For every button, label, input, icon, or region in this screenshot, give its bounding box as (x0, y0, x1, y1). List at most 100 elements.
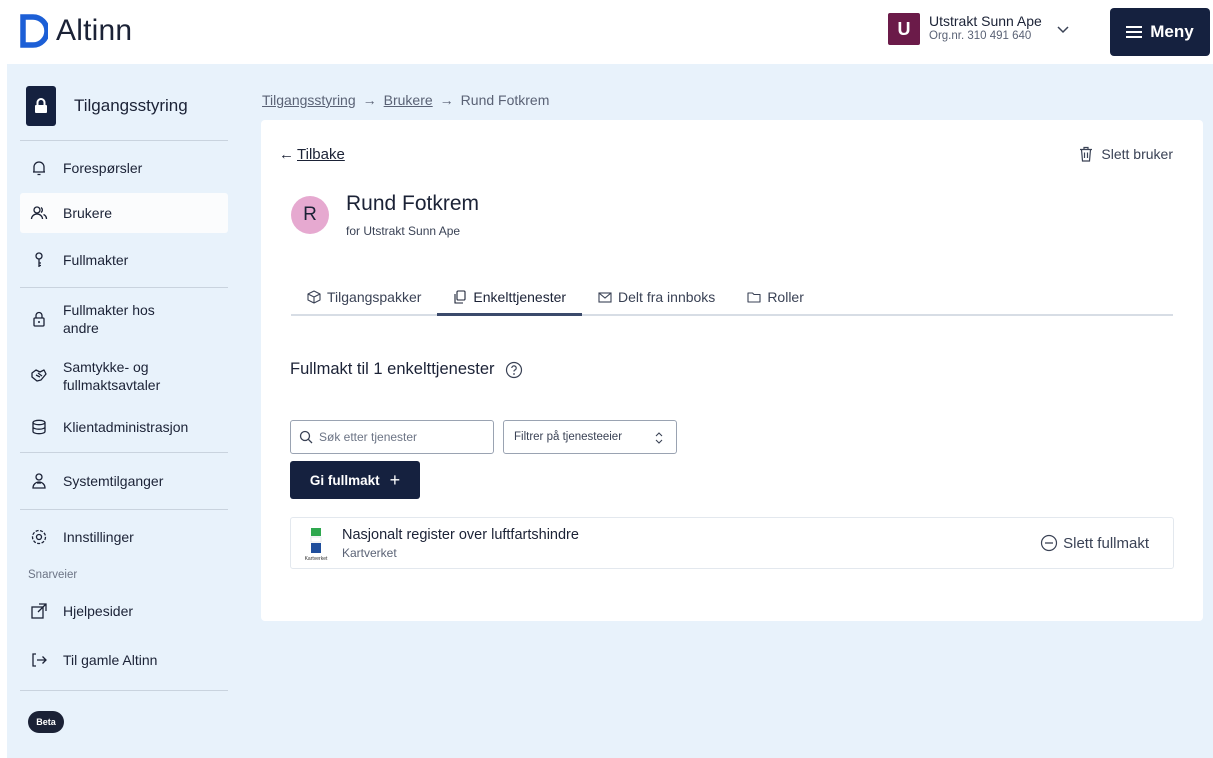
tab-delt-fra-innboks[interactable]: Delt fra innboks (582, 280, 731, 314)
menu-label: Meny (1150, 22, 1194, 41)
sidebar: Tilgangsstyring Forespørsler Brukere Ful… (20, 78, 228, 733)
list-item: Kartverket Nasjonalt register over luftf… (290, 517, 1174, 569)
sidebar-item-klientadministrasjon[interactable]: Klientadministrasjon (20, 402, 228, 452)
help-icon[interactable] (505, 361, 523, 379)
search-icon (299, 430, 313, 444)
gear-icon (31, 529, 47, 545)
service-name: Nasjonalt register over luftfartshindre (342, 527, 579, 543)
page-title: Rund Fotkrem (346, 192, 480, 215)
user-subtitle: for Utstrakt Sunn Ape (346, 224, 461, 238)
tab-enkelttjenester[interactable]: Enkelttjenester (437, 280, 583, 316)
section-title: Fullmakt til 1 enkelttjenester (290, 360, 523, 379)
breadcrumb: Tilgangsstyring → Brukere → Rund Fotkrem (262, 92, 549, 108)
trash-icon (1080, 146, 1093, 162)
package-icon (307, 290, 321, 304)
external-link-icon (31, 603, 47, 619)
top-header: Altinn U Utstrakt Sunn Ape Org.nr. 310 4… (0, 0, 1213, 64)
search-field[interactable] (290, 420, 494, 454)
sidebar-item-label: Hjelpesider (63, 603, 134, 619)
filter-label: Filtrer på tjenesteeier (514, 431, 623, 443)
org-number: Org.nr. 310 491 640 (929, 30, 1032, 42)
sidebar-item-label: Samtykke- og fullmaktsavtaler (63, 359, 161, 393)
hamburger-icon (1126, 26, 1143, 38)
divider (20, 140, 228, 141)
chevron-up-down-icon (655, 432, 663, 444)
sidebar-item-hjelpesider[interactable]: Hjelpesider (20, 586, 228, 636)
kartverket-logo-icon: Kartverket (305, 528, 328, 562)
sidebar-item-brukere[interactable]: Brukere (20, 193, 228, 233)
plus-icon: + (389, 469, 401, 490)
delete-user-button[interactable]: Slett bruker (1079, 146, 1173, 162)
sidebar-item-foresporsler[interactable]: Forespørsler (20, 145, 228, 191)
back-link[interactable]: ← Tilbake (279, 146, 345, 163)
enter-icon (32, 653, 47, 667)
give-authorization-button[interactable]: Gi fullmakt + (290, 461, 420, 499)
sidebar-item-label: Til gamle Altinn (63, 652, 158, 668)
give-button-label: Gi fullmakt (309, 472, 380, 488)
breadcrumb-link-brukere[interactable]: Brukere (384, 92, 433, 108)
folder-icon (747, 292, 761, 303)
search-input[interactable] (319, 430, 479, 444)
sidebar-item-label: Klientadministrasjon (63, 419, 189, 435)
user-detail-card: ← Tilbake Slett bruker R Rund Fotkrem fo… (261, 120, 1203, 621)
database-icon (32, 419, 46, 435)
chevron-down-icon (1057, 26, 1069, 34)
sidebar-item-til-gamle-altinn[interactable]: Til gamle Altinn (20, 636, 228, 684)
sidebar-item-label: Fullmakter hos andre (63, 302, 155, 336)
sidebar-item-label: Fullmakter (63, 252, 129, 268)
sidebar-header-label: Tilgangsstyring (74, 96, 188, 115)
tab-bar: Tilgangspakker Enkelttjenester Delt fra … (291, 280, 1173, 316)
padlock-icon (33, 311, 45, 327)
delete-authorization-label: Slett fullmakt (1063, 534, 1149, 552)
org-avatar: U (888, 13, 920, 45)
logo-text: Kartverket (305, 556, 328, 562)
minus-circle-icon (1041, 534, 1058, 552)
beta-badge: Beta (28, 711, 64, 733)
back-label: Tilbake (297, 146, 345, 163)
section-title-text: Fullmakt til 1 enkelttjenester (290, 360, 495, 378)
org-text: Utstrakt Sunn Ape Org.nr. 310 491 640 (929, 14, 1042, 44)
copy-icon (454, 289, 466, 304)
sidebar-item-systemtilganger[interactable]: Systemtilganger (20, 453, 228, 509)
envelope-icon (598, 292, 612, 303)
tab-label: Enkelttjenester (473, 288, 567, 305)
arrow-left-icon: ← (279, 146, 294, 163)
menu-button[interactable]: Meny (1110, 8, 1210, 56)
org-selector[interactable]: U Utstrakt Sunn Ape Org.nr. 310 491 640 (888, 13, 1070, 45)
breadcrumb-link-tilgangsstyring[interactable]: Tilgangsstyring (262, 92, 356, 108)
divider (20, 690, 228, 691)
sidebar-item-fullmakter[interactable]: Fullmakter (20, 233, 228, 287)
sidebar-item-label: Innstillinger (63, 529, 134, 545)
sidebar-item-label: Forespørsler (63, 160, 143, 176)
sidebar-item-label: Brukere (63, 205, 113, 221)
altinn-logo-icon (20, 14, 48, 48)
tab-label: Tilgangspakker (327, 289, 422, 305)
delete-user-label: Slett bruker (1101, 146, 1173, 162)
lock-icon (26, 86, 56, 126)
sidebar-item-samtykke[interactable]: Samtykke- og fullmaktsavtaler (20, 350, 228, 402)
user-avatar: R (291, 196, 329, 234)
sidebar-item-label: Systemtilganger (63, 473, 164, 489)
tab-label: Roller (767, 289, 804, 305)
delete-authorization-button[interactable]: Slett fullmakt (1040, 534, 1149, 552)
sidebar-header[interactable]: Tilgangsstyring (20, 78, 228, 134)
key-icon (35, 252, 43, 267)
handshake-icon (31, 369, 47, 382)
logo-text: Altinn (56, 14, 133, 47)
service-owner: Kartverket (342, 546, 397, 560)
arrow-right-icon: → (362, 92, 377, 108)
org-name: Utstrakt Sunn Ape (929, 13, 1042, 29)
owner-filter-select[interactable]: Filtrer på tjenesteeier (503, 420, 677, 454)
bell-icon (33, 161, 45, 176)
users-icon (30, 206, 48, 220)
altinn-logo[interactable]: Altinn (20, 14, 132, 48)
arrow-right-icon: → (439, 92, 454, 108)
tab-roller[interactable]: Roller (731, 280, 820, 314)
breadcrumb-current: Rund Fotkrem (460, 92, 550, 108)
sidebar-item-fullmakter-hos-andre[interactable]: Fullmakter hos andre (20, 288, 228, 350)
shortcuts-heading: Snarveier (28, 569, 78, 581)
tab-label: Delt fra innboks (618, 289, 716, 305)
tab-tilgangspakker[interactable]: Tilgangspakker (291, 280, 437, 314)
sidebar-item-innstillinger[interactable]: Innstillinger (20, 510, 228, 564)
person-system-icon (32, 473, 46, 489)
